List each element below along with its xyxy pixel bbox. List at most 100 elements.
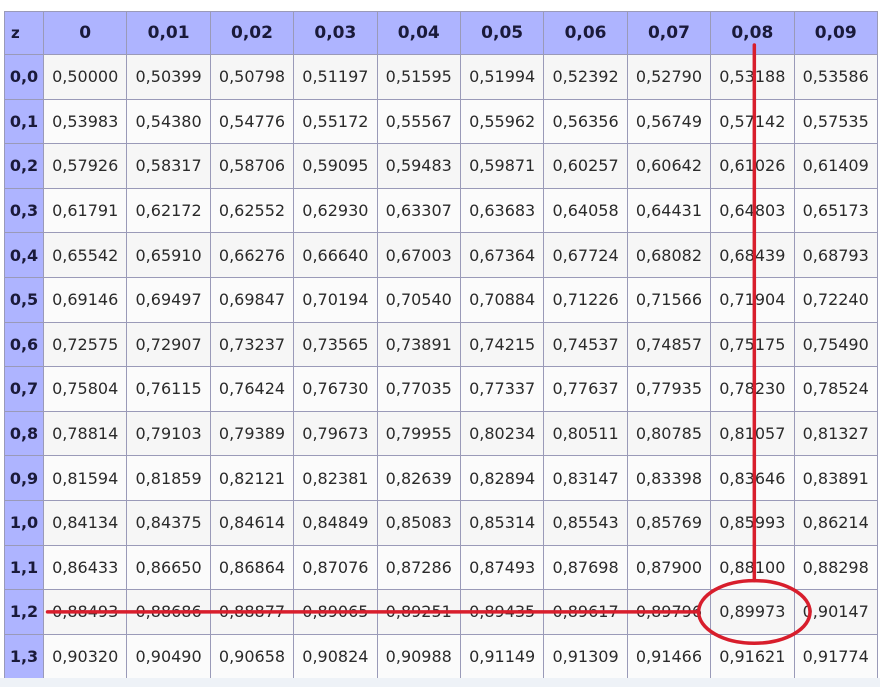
probability-cell: 0,89617 [543,589,628,635]
probability-cell: 0,75175 [710,321,795,368]
probability-cell: 0,79673 [293,410,378,457]
probability-cell: 0,74537 [543,321,628,368]
probability-cell: 0,86214 [793,499,878,546]
probability-cell: 0,77935 [626,366,712,412]
table-row: 1,3 0,90320 0,90490 0,90658 0,90824 0,90988 0,… [4,633,878,680]
probability-cell: 0,86433 [42,544,128,591]
z-row-header: 0,3 [4,187,44,234]
probability-cell: 0,69146 [42,276,128,323]
probability-cell: 0,85543 [543,499,628,546]
z-row-header: 0,2 [4,143,44,189]
column-header: 0,02 [209,11,295,55]
probability-cell: 0,78814 [42,410,128,457]
table-row: 0,5 0,69146 0,69497 0,69847 0,70194 0,70540 0,… [4,276,878,323]
probability-cell: 0,60642 [626,143,712,189]
column-header: 0,09 [793,11,878,55]
probability-cell: 0,72907 [126,321,211,368]
probability-cell: 0,76115 [126,366,211,412]
table-row: 0,7 0,75804 0,76115 0,76424 0,76730 0,77035 0,… [4,366,878,412]
z-row-header: 0,8 [4,410,44,457]
probability-cell: 0,61409 [793,143,878,189]
column-header: 0,06 [543,11,628,55]
probability-cell: 0,85769 [626,499,712,546]
probability-cell: 0,66276 [209,232,295,278]
column-header: 0,05 [459,11,545,55]
probability-cell: 0,67003 [376,232,461,278]
probability-cell: 0,53188 [710,54,795,100]
probability-cell: 0,51197 [293,54,378,100]
probability-cell: 0,63307 [376,187,461,234]
probability-cell: 0,87286 [376,544,461,591]
probability-cell: 0,90658 [209,633,295,680]
probability-cell: 0,70884 [459,276,545,323]
probability-cell: 0,91774 [793,633,878,680]
probability-cell: 0,88298 [793,544,878,591]
probability-cell: 0,66640 [293,232,378,278]
z-row-header: 0,4 [4,232,44,278]
probability-cell: 0,89435 [459,589,545,635]
probability-cell: 0,64431 [626,187,712,234]
probability-cell: 0,88686 [126,589,211,635]
probability-cell: 0,62552 [209,187,295,234]
table-row: 0,2 0,57926 0,58317 0,58706 0,59095 0,59483 0,… [4,143,878,189]
probability-cell: 0,87493 [459,544,545,591]
column-header: 0,03 [293,11,378,55]
probability-cell: 0,59483 [376,143,461,189]
probability-cell: 0,54380 [126,98,211,145]
probability-cell: 0,55962 [459,98,545,145]
probability-cell: 0,84849 [293,499,378,546]
probability-cell: 0,54776 [209,98,295,145]
probability-cell: 0,72240 [793,276,878,323]
probability-cell: 0,79389 [209,410,295,457]
probability-cell: 0,81327 [793,410,878,457]
z-row-header: 1,2 [4,589,44,635]
probability-cell: 0,88493 [42,589,128,635]
probability-cell: 0,76424 [209,366,295,412]
probability-cell: 0,73237 [209,321,295,368]
probability-cell: 0,51994 [459,54,545,100]
probability-cell: 0,75804 [42,366,128,412]
column-header: 0 [42,11,128,55]
table-row: 0,0 0,50000 0,50399 0,50798 0,51197 0,51595 0,… [4,54,878,100]
table-row: 0,1 0,53983 0,54380 0,54776 0,55172 0,55567 0,… [4,98,878,145]
z-score-table: z 0 0,01 0,02 0,03 0,04 0,05 0,06 0,07 0… [4,11,878,680]
probability-cell: 0,89973 [710,589,795,635]
probability-cell: 0,78230 [710,366,795,412]
probability-cell: 0,77637 [543,366,628,412]
probability-cell: 0,85314 [459,499,545,546]
probability-cell: 0,80785 [626,410,712,457]
z-row-header: 0,0 [4,54,44,100]
z-row-header: 0,6 [4,321,44,368]
z-row-header: 1,1 [4,544,44,591]
probability-cell: 0,89065 [293,589,378,635]
probability-cell: 0,60257 [543,143,628,189]
probability-cell: 0,68082 [626,232,712,278]
probability-cell: 0,89251 [376,589,461,635]
column-header: 0,07 [626,11,712,55]
probability-cell: 0,72575 [42,321,128,368]
z-corner-header: z [4,11,44,55]
probability-cell: 0,73565 [293,321,378,368]
probability-cell: 0,68793 [793,232,878,278]
probability-cell: 0,65542 [42,232,128,278]
probability-cell: 0,90824 [293,633,378,680]
probability-cell: 0,73891 [376,321,461,368]
probability-cell: 0,57926 [42,143,128,189]
probability-cell: 0,75490 [793,321,878,368]
probability-cell: 0,82639 [376,455,461,501]
probability-cell: 0,69497 [126,276,211,323]
probability-cell: 0,91621 [710,633,795,680]
z-row-header: 0,1 [4,98,44,145]
probability-cell: 0,64058 [543,187,628,234]
probability-cell: 0,57535 [793,98,878,145]
probability-cell: 0,87698 [543,544,628,591]
probability-cell: 0,59095 [293,143,378,189]
probability-cell: 0,76730 [293,366,378,412]
probability-cell: 0,83646 [710,455,795,501]
z-row-header: 0,7 [4,366,44,412]
probability-cell: 0,77337 [459,366,545,412]
probability-cell: 0,62172 [126,187,211,234]
probability-cell: 0,64803 [710,187,795,234]
z-row-header: 1,3 [4,633,44,680]
probability-cell: 0,79103 [126,410,211,457]
